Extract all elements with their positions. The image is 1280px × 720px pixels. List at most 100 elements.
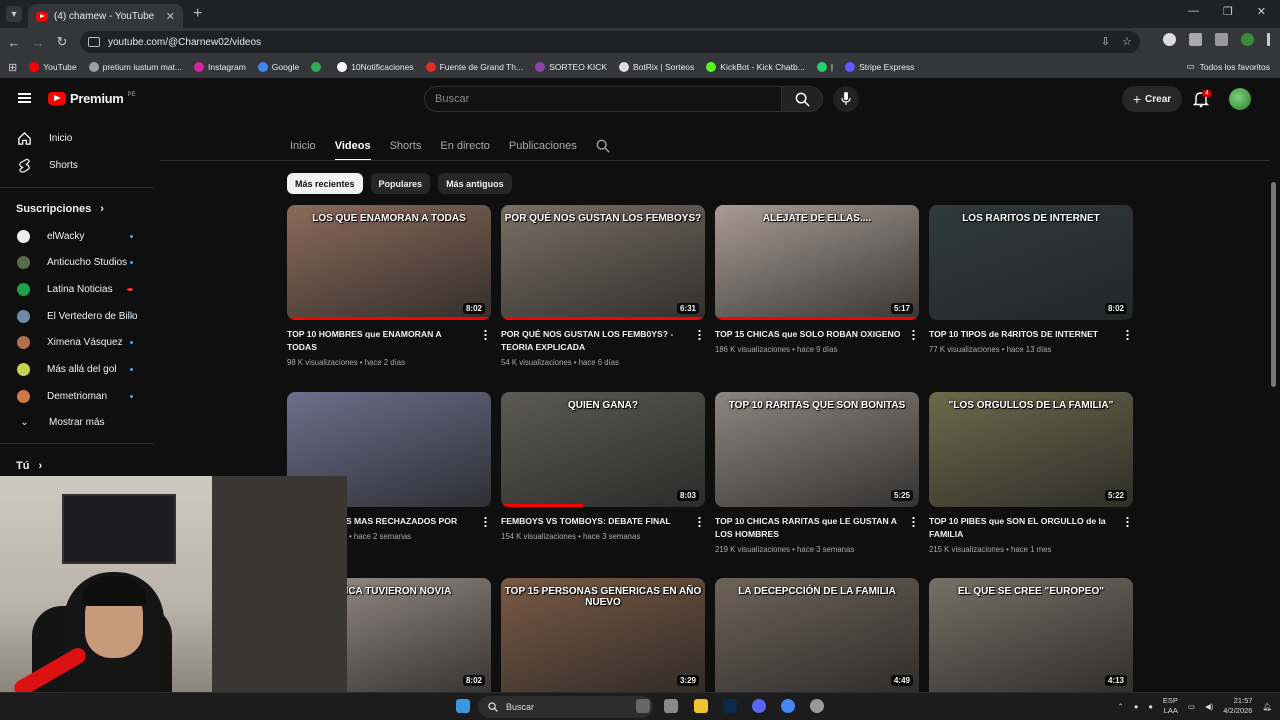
more-actions-icon[interactable]	[484, 329, 487, 340]
bookmark-item[interactable]: Google	[257, 62, 299, 72]
all-bookmarks[interactable]: ▭ Todos los favoritos	[1187, 61, 1270, 72]
bookmark-item[interactable]: Instagram	[193, 62, 246, 72]
video-card[interactable]: POR QUÉ NOS GUSTAN LOS FEMBOYS? 6:31 POR Q…	[501, 205, 705, 367]
search-button[interactable]	[781, 86, 823, 112]
bookmark-item[interactable]: 10Notificaciones	[337, 62, 414, 72]
file-explorer-icon[interactable]	[694, 699, 708, 713]
more-actions-icon[interactable]	[912, 329, 915, 340]
create-button[interactable]: + Crear	[1122, 86, 1182, 112]
taskbar-search[interactable]: Buscar	[478, 696, 653, 718]
tab-videos[interactable]: Videos	[334, 140, 371, 161]
task-view-icon[interactable]	[636, 699, 650, 713]
new-tab-icon[interactable]: +	[193, 5, 202, 23]
bookmark-item[interactable]	[311, 62, 325, 72]
sidebar-item-subscription[interactable]: elWacky	[0, 223, 155, 249]
language-indicator[interactable]: ESP LAA	[1163, 696, 1178, 716]
chip-oldest[interactable]: Más antiguos	[438, 173, 512, 194]
tray-app-icon[interactable]: ●	[1134, 702, 1139, 711]
video-thumbnail[interactable]: TOP 10 RARITAS QUE SON BONITAS 5:25	[715, 392, 919, 507]
bookmark-item[interactable]: |	[816, 62, 833, 72]
video-thumbnail[interactable]: "LOS ORGULLOS DE LA FAMILIA" 5:22	[929, 392, 1133, 507]
sidebar-item-shorts[interactable]: Shorts	[0, 152, 155, 178]
install-app-icon[interactable]: ⇩	[1101, 35, 1110, 48]
discord-icon[interactable]	[752, 699, 766, 713]
sidebar-item-subscription[interactable]: El Vertedero de Billo	[0, 303, 155, 329]
video-thumbnail[interactable]: QUIEN GANA? 8:03	[501, 392, 705, 507]
voice-search-button[interactable]	[833, 86, 859, 112]
video-thumbnail[interactable]: LA DECEPCCIÓN DE LA FAMILIA 4:49	[715, 578, 919, 692]
account-avatar[interactable]	[1229, 88, 1251, 110]
sidebar-item-subscription[interactable]: Demetrioman	[0, 383, 155, 409]
more-actions-icon[interactable]	[912, 516, 915, 527]
video-card[interactable]: EL QUE SE CREE "EUROPEO" 4:13	[929, 578, 1133, 692]
video-title[interactable]: TOP 10 PIBES que SON EL ORGULLO de la FA…	[929, 515, 1133, 541]
video-title[interactable]: FEMBOYS VS TOMBOYS: DEBATE FINAL	[501, 515, 705, 528]
back-icon[interactable]: ←	[2, 35, 26, 50]
tab-live[interactable]: En directo	[440, 140, 490, 152]
tab-home[interactable]: Inicio	[290, 140, 316, 152]
video-card[interactable]: TOP 10 RARITAS QUE SON BONITAS 5:25 TOP 10…	[715, 392, 919, 554]
video-thumbnail[interactable]: LOS QUE ENAMORAN A TODAS 8:02	[287, 205, 491, 320]
site-info-icon[interactable]	[88, 37, 100, 47]
close-window-icon[interactable]: ✕	[1257, 5, 1266, 18]
chevron-up-icon[interactable]: ⌃	[1118, 702, 1124, 711]
youtube-premium-logo[interactable]: Premium PE	[48, 91, 136, 106]
apps-icon[interactable]: ⊞	[8, 61, 17, 74]
reload-icon[interactable]: ↻	[50, 34, 74, 50]
video-title[interactable]: POR QUÉ NOS GUSTAN LOS FEMB0YS? - TEORIA…	[501, 328, 705, 354]
video-card[interactable]: ALEJATE DE ELLAS.... 5:17 TOP 15 CHICAS qu…	[715, 205, 919, 354]
tab-posts[interactable]: Publicaciones	[509, 140, 577, 152]
notifications-icon[interactable]: 🔔︎	[1262, 702, 1272, 711]
more-menu-icon[interactable]	[1267, 33, 1270, 46]
bookmark-item[interactable]: YouTube	[29, 62, 77, 72]
bookmark-item[interactable]: Fuente de Grand Th...	[425, 62, 523, 72]
video-card[interactable]: "LOS ORGULLOS DE LA FAMILIA" 5:22 TOP 10 P…	[929, 392, 1133, 554]
tab-shorts[interactable]: Shorts	[390, 140, 422, 152]
channel-search-icon[interactable]	[596, 139, 610, 153]
bookmark-star-icon[interactable]: ☆	[1122, 35, 1132, 48]
tab-search-icon[interactable]: ▾	[6, 6, 22, 22]
close-tab-icon[interactable]: ✕	[166, 10, 175, 23]
video-card[interactable]: LOS QUE ENAMORAN A TODAS 8:02 TOP 10 HOMBR…	[287, 205, 491, 367]
bookmark-item[interactable]: SORTEO KICK	[535, 62, 607, 72]
subscriptions-header[interactable]: Suscripciones ›	[16, 203, 104, 215]
volume-icon[interactable]: ◀)	[1205, 702, 1213, 711]
restore-icon[interactable]: ❐	[1223, 5, 1233, 18]
app-icon[interactable]	[664, 699, 678, 713]
more-actions-icon[interactable]	[1126, 329, 1129, 340]
sidebar-item-subscription[interactable]: Ximena Vásquez	[0, 330, 155, 356]
chrome-icon[interactable]	[781, 699, 795, 713]
sidebar-item-subscription[interactable]: Latina Noticias	[0, 276, 155, 302]
forward-icon[interactable]: →	[26, 35, 50, 50]
video-thumbnail[interactable]: ALEJATE DE ELLAS.... 5:17	[715, 205, 919, 320]
video-thumbnail[interactable]: EL QUE SE CREE "EUROPEO" 4:13	[929, 578, 1133, 692]
video-card[interactable]: TOP 15 PERSONAS GENERICAS EN AÑO NUEVO 3:…	[501, 578, 705, 692]
menu-icon[interactable]	[18, 93, 31, 103]
browser-tab[interactable]: (4) chamew - YouTube ✕	[28, 4, 183, 28]
sidebar-item-home[interactable]: Inicio	[0, 125, 155, 151]
video-card[interactable]: LOS RARITOS DE INTERNET 8:02 TOP 10 TIPOS …	[929, 205, 1133, 354]
more-actions-icon[interactable]	[698, 329, 701, 340]
minimize-icon[interactable]: —	[1188, 5, 1199, 18]
chip-latest[interactable]: Más recientes	[287, 173, 363, 194]
address-bar[interactable]: youtube.com/@Charnew02/videos ⇩ ☆	[80, 31, 1140, 53]
clock[interactable]: 21:57 4/2/2026	[1223, 696, 1252, 716]
video-title[interactable]: TOP 15 CHICAS que SOLO ROBAN OXIGENO	[715, 328, 919, 341]
video-title[interactable]: TOP 10 TIPOS de R4RITOS DE INTERNET	[929, 328, 1133, 341]
sidebar-item-subscription[interactable]: Anticucho Studios	[0, 250, 155, 276]
more-actions-icon[interactable]	[1126, 516, 1129, 527]
puzzle-icon[interactable]	[1215, 33, 1228, 46]
extension-icon[interactable]	[1189, 33, 1202, 46]
show-more-button[interactable]: ⌄ Mostrar más	[0, 409, 155, 435]
profile-avatar-icon[interactable]	[1241, 33, 1254, 46]
extension-icon[interactable]	[1163, 33, 1176, 46]
video-thumbnail[interactable]: POR QUÉ NOS GUSTAN LOS FEMBOYS? 6:31	[501, 205, 705, 320]
video-card[interactable]: LA DECEPCCIÓN DE LA FAMILIA 4:49	[715, 578, 919, 692]
you-section-header[interactable]: Tú ›	[16, 460, 42, 472]
sidebar-item-subscription[interactable]: Más allá del gol	[0, 357, 155, 383]
search-input[interactable]: Buscar	[424, 86, 782, 112]
bookmark-item[interactable]: Stripe Express	[845, 62, 914, 72]
chip-popular[interactable]: Populares	[370, 173, 431, 194]
video-card[interactable]: QUIEN GANA? 8:03 FEMBOYS VS TOMBOYS: DEBAT…	[501, 392, 705, 541]
page-scrollbar[interactable]	[1271, 182, 1276, 387]
